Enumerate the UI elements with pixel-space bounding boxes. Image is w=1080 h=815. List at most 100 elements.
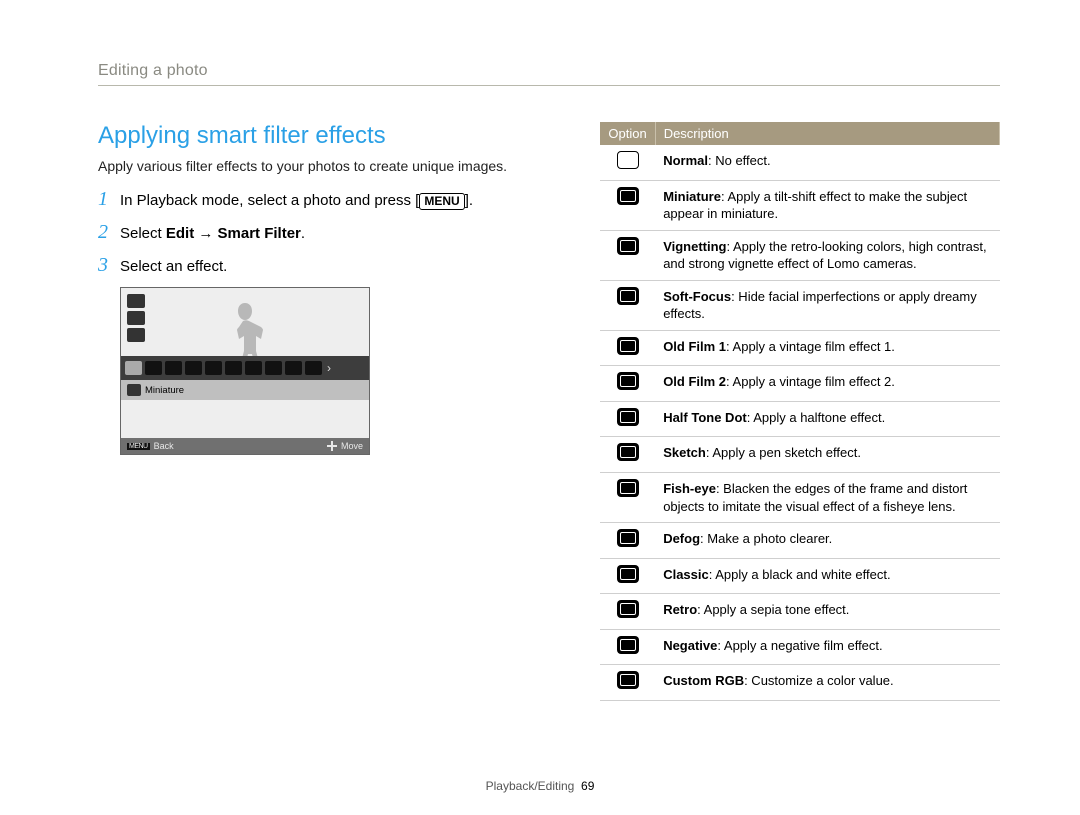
option-desc-cell: Classic: Apply a black and white effect.: [655, 558, 999, 594]
intro-text: Apply various filter effects to your pho…: [98, 158, 546, 174]
option-label: Sketch: [663, 445, 706, 460]
table-row: Sketch: Apply a pen sketch effect.: [600, 437, 999, 473]
footer-section: Playback/Editing: [486, 779, 575, 793]
filter-icon: [265, 361, 282, 375]
option-icon-cell: [600, 473, 655, 523]
table-row: Old Film 2: Apply a vintage film effect …: [600, 366, 999, 402]
step-text: Select: [120, 225, 166, 242]
option-description: : Apply a sepia tone effect.: [697, 602, 849, 617]
step-text: ].: [465, 192, 473, 209]
step-3: 3 Select an effect.: [98, 254, 546, 277]
table-row: Retro: Apply a sepia tone effect.: [600, 594, 999, 630]
table-row: Defog: Make a photo clearer.: [600, 523, 999, 559]
filter-icon: [165, 361, 182, 375]
option-description: : Apply a black and white effect.: [709, 567, 891, 582]
step-number: 2: [98, 221, 120, 244]
option-icon-cell: [600, 366, 655, 402]
camera-preview: › Miniature MENU Back Move: [120, 287, 370, 455]
option-icon: [617, 479, 639, 497]
option-icon: [617, 443, 639, 461]
page-number: 69: [581, 779, 594, 793]
filter-icon: [145, 361, 162, 375]
step-bold: Edit → Smart Filter: [166, 225, 301, 242]
option-icon-cell: [600, 230, 655, 280]
filter-icon: [125, 361, 142, 375]
option-label: Vignetting: [663, 239, 726, 254]
steps-list: 1 In Playback mode, select a photo and p…: [98, 188, 546, 277]
menu-button-chip: MENU: [419, 193, 464, 210]
option-icon-cell: [600, 401, 655, 437]
page-footer: Playback/Editing 69: [0, 779, 1080, 793]
option-description: : Make a photo clearer.: [700, 531, 832, 546]
option-desc-cell: Fish-eye: Blacken the edges of the frame…: [655, 473, 999, 523]
option-desc-cell: Negative: Apply a negative film effect.: [655, 629, 999, 665]
more-indicator-icon: ›: [327, 361, 331, 375]
option-icon: [617, 671, 639, 689]
table-row: Miniature: Apply a tilt-shift effect to …: [600, 180, 999, 230]
option-label: Retro: [663, 602, 697, 617]
filter-icon: [285, 361, 302, 375]
option-icon-cell: [600, 437, 655, 473]
option-icon-cell: [600, 558, 655, 594]
option-icon: [617, 237, 639, 255]
option-label: Fish-eye: [663, 481, 716, 496]
option-icon: [617, 337, 639, 355]
option-description: : Apply a vintage film effect 2.: [726, 374, 895, 389]
table-row: Negative: Apply a negative film effect.: [600, 629, 999, 665]
table-row: Half Tone Dot: Apply a halftone effect.: [600, 401, 999, 437]
preview-footer: MENU Back Move: [121, 438, 369, 454]
table-row: Old Film 1: Apply a vintage film effect …: [600, 330, 999, 366]
selected-filter-label: Miniature: [145, 385, 184, 396]
option-icon: [617, 151, 639, 169]
option-description: : Apply a halftone effect.: [747, 410, 886, 425]
option-description: : No effect.: [708, 153, 771, 168]
option-label: Old Film 1: [663, 339, 726, 354]
option-icon-cell: [600, 523, 655, 559]
option-icon: [617, 187, 639, 205]
option-desc-cell: Sketch: Apply a pen sketch effect.: [655, 437, 999, 473]
option-desc-cell: Normal: No effect.: [655, 145, 999, 180]
option-description: : Customize a color value.: [744, 673, 894, 688]
filter-icon: [205, 361, 222, 375]
option-desc-cell: Custom RGB: Customize a color value.: [655, 665, 999, 701]
table-row: Soft-Focus: Hide facial imperfections or…: [600, 280, 999, 330]
option-icon-cell: [600, 180, 655, 230]
section-title: Applying smart filter effects: [98, 122, 546, 150]
option-icon-cell: [600, 594, 655, 630]
option-icon-cell: [600, 665, 655, 701]
options-table: Option Description Normal: No effect.Min…: [600, 122, 1000, 701]
dpad-icon: [327, 441, 337, 451]
footer-move-label: Move: [341, 441, 363, 451]
option-icon: [617, 600, 639, 618]
option-icon-cell: [600, 145, 655, 180]
option-desc-cell: Defog: Make a photo clearer.: [655, 523, 999, 559]
filter-icon: [185, 361, 202, 375]
option-icon: [617, 565, 639, 583]
selected-filter-row: Miniature: [121, 380, 369, 400]
option-icon: [617, 636, 639, 654]
selected-filter-icon: [127, 384, 141, 396]
option-label: Defog: [663, 531, 700, 546]
option-label: Classic: [663, 567, 709, 582]
step-2: 2 Select Edit → Smart Filter.: [98, 221, 546, 244]
option-icon-cell: [600, 280, 655, 330]
option-label: Negative: [663, 638, 717, 653]
option-desc-cell: Soft-Focus: Hide facial imperfections or…: [655, 280, 999, 330]
table-row: Custom RGB: Customize a color value.: [600, 665, 999, 701]
preview-icon: [127, 294, 145, 308]
filter-strip: ›: [121, 356, 369, 380]
breadcrumb: Editing a photo: [98, 62, 1000, 86]
menu-chip-icon: MENU: [127, 443, 150, 450]
option-icon-cell: [600, 330, 655, 366]
option-description: : Apply a negative film effect.: [717, 638, 882, 653]
preview-icon: [127, 328, 145, 342]
preview-side-icons: [127, 294, 145, 342]
preview-icon: [127, 311, 145, 325]
table-row: Fish-eye: Blacken the edges of the frame…: [600, 473, 999, 523]
option-desc-cell: Old Film 1: Apply a vintage film effect …: [655, 330, 999, 366]
option-icon-cell: [600, 629, 655, 665]
col-description: Description: [655, 122, 999, 145]
option-icon: [617, 529, 639, 547]
option-icon: [617, 372, 639, 390]
table-row: Vignetting: Apply the retro-looking colo…: [600, 230, 999, 280]
